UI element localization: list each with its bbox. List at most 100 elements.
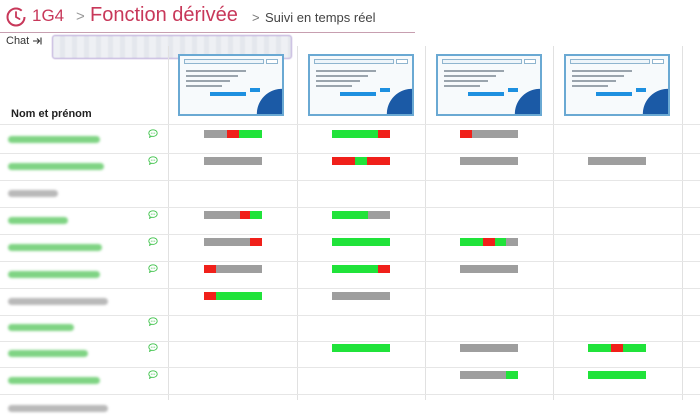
progress-bar[interactable] bbox=[588, 371, 646, 379]
student-name[interactable] bbox=[8, 298, 108, 305]
student-name[interactable] bbox=[8, 350, 88, 357]
row-divider bbox=[0, 261, 700, 262]
progress-segment bbox=[471, 130, 518, 138]
thumbnail-text-line bbox=[572, 70, 632, 72]
progress-bar[interactable] bbox=[204, 265, 262, 273]
student-name[interactable] bbox=[8, 377, 100, 384]
progress-segment bbox=[366, 157, 390, 165]
progress-bar[interactable] bbox=[204, 292, 262, 300]
progress-bar[interactable] bbox=[460, 238, 518, 246]
progress-segment bbox=[588, 371, 646, 379]
progress-bar[interactable] bbox=[460, 130, 518, 138]
thumbnail-title bbox=[570, 59, 650, 64]
progress-bar[interactable] bbox=[588, 157, 646, 165]
progress-bar[interactable] bbox=[332, 238, 390, 246]
row-divider bbox=[0, 124, 700, 125]
thumbnail-text-line bbox=[572, 80, 616, 82]
thumbnail-text-line bbox=[444, 75, 496, 77]
thumbnail-text-line bbox=[444, 80, 488, 82]
row-divider bbox=[0, 341, 700, 342]
class-link[interactable]: 1G4 bbox=[32, 6, 64, 26]
progress-segment bbox=[332, 344, 390, 352]
chat-bubble-icon[interactable] bbox=[148, 343, 158, 352]
progress-segment bbox=[204, 238, 251, 246]
student-name[interactable] bbox=[8, 190, 58, 197]
thumbnail-text-line bbox=[186, 80, 230, 82]
progress-bar[interactable] bbox=[460, 157, 518, 165]
row-divider bbox=[0, 153, 700, 154]
chat-bubble-icon[interactable] bbox=[148, 129, 158, 138]
activity-title-link[interactable]: Fonction dérivée bbox=[90, 4, 238, 27]
thumbnail-illustration bbox=[506, 84, 540, 114]
progress-bar[interactable] bbox=[332, 157, 390, 165]
thumbnail-title bbox=[442, 59, 522, 64]
thumbnail-text-line bbox=[316, 80, 360, 82]
thumbnail-text-line bbox=[316, 75, 368, 77]
header: 1G4 > Fonction dérivée > Suivi en temps … bbox=[0, 0, 700, 34]
question-thumbnail[interactable] bbox=[308, 54, 414, 116]
chat-bubble-icon[interactable] bbox=[148, 156, 158, 165]
student-name[interactable] bbox=[8, 405, 108, 412]
progress-segment bbox=[460, 265, 518, 273]
chat-bubble-icon[interactable] bbox=[148, 210, 158, 219]
progress-segment bbox=[250, 211, 262, 219]
progress-bar[interactable] bbox=[204, 238, 262, 246]
question-thumbnail[interactable] bbox=[178, 54, 284, 116]
thumbnail-title bbox=[314, 59, 394, 64]
student-name[interactable] bbox=[8, 217, 68, 224]
student-name[interactable] bbox=[8, 163, 104, 170]
progress-bar[interactable] bbox=[332, 344, 390, 352]
question-thumbnail[interactable] bbox=[564, 54, 670, 116]
progress-bar[interactable] bbox=[332, 130, 390, 138]
arrow-right-to-bar-icon bbox=[33, 37, 42, 45]
chat-bubble-icon[interactable] bbox=[148, 370, 158, 379]
thumbnail-text-line bbox=[572, 75, 624, 77]
thumbnail-text-line bbox=[316, 70, 376, 72]
progress-segment bbox=[332, 238, 390, 246]
student-name[interactable] bbox=[8, 271, 100, 278]
progress-segment bbox=[460, 130, 472, 138]
progress-bar[interactable] bbox=[204, 211, 262, 219]
progress-segment bbox=[506, 371, 518, 379]
progress-segment bbox=[238, 130, 262, 138]
progress-segment bbox=[239, 211, 251, 219]
student-name[interactable] bbox=[8, 136, 100, 143]
progress-bar[interactable] bbox=[460, 371, 518, 379]
progress-bar[interactable] bbox=[332, 265, 390, 273]
chat-bubble-icon[interactable] bbox=[148, 317, 158, 326]
progress-bar[interactable] bbox=[588, 344, 646, 352]
row-divider bbox=[0, 234, 700, 235]
progress-bar[interactable] bbox=[460, 265, 518, 273]
question-thumbnail[interactable] bbox=[436, 54, 542, 116]
progress-segment bbox=[378, 265, 390, 273]
row-divider bbox=[0, 394, 700, 395]
thumbnail-text-line bbox=[186, 75, 238, 77]
progress-segment bbox=[204, 265, 216, 273]
progress-segment bbox=[204, 211, 240, 219]
chat-bubble-icon[interactable] bbox=[148, 237, 158, 246]
progress-segment bbox=[494, 238, 507, 246]
thumbnail-input bbox=[210, 92, 246, 96]
name-column-header: Nom et prénom bbox=[11, 108, 92, 120]
progress-bar[interactable] bbox=[460, 344, 518, 352]
progress-segment bbox=[355, 157, 367, 165]
progress-segment bbox=[215, 292, 262, 300]
student-name[interactable] bbox=[8, 324, 74, 331]
page-title: Suivi en temps réel bbox=[265, 10, 376, 25]
progress-segment bbox=[460, 344, 518, 352]
thumbnail-illustration bbox=[248, 84, 282, 114]
progress-segment bbox=[332, 211, 368, 219]
progress-bar[interactable] bbox=[204, 157, 262, 165]
header-underline bbox=[0, 32, 415, 33]
chat-bubble-icon[interactable] bbox=[148, 264, 158, 273]
progress-bar[interactable] bbox=[332, 292, 390, 300]
student-name[interactable] bbox=[8, 244, 102, 251]
row-divider bbox=[0, 367, 700, 368]
progress-segment bbox=[215, 265, 262, 273]
progress-segment bbox=[204, 130, 228, 138]
thumbnail-button bbox=[266, 59, 278, 64]
results-grid: Nom et prénom bbox=[0, 46, 700, 420]
progress-segment bbox=[460, 238, 484, 246]
progress-bar[interactable] bbox=[332, 211, 390, 219]
progress-bar[interactable] bbox=[204, 130, 262, 138]
